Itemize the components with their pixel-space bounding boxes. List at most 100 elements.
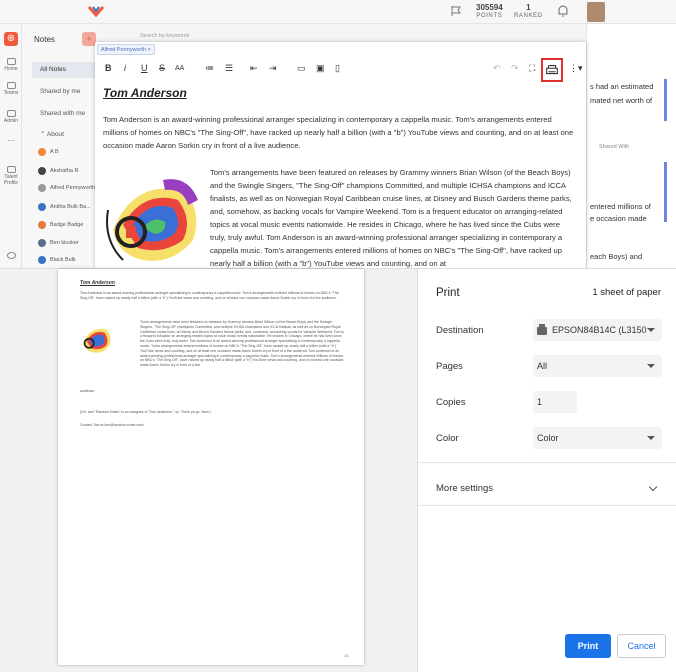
user-item[interactable]: Badge Badge: [38, 219, 83, 231]
font-size-button[interactable]: AA: [175, 63, 184, 74]
notes-app-button[interactable]: ⊕: [4, 32, 18, 46]
bell-icon[interactable]: [556, 4, 570, 18]
notes-sidebar: Notes + All Notes Shared by me Shared wi…: [22, 24, 96, 268]
detail-text: each Boys) and: [590, 252, 643, 261]
user-avatar[interactable]: [587, 2, 605, 22]
print-preview-page: Tom Anderson Tom Anderson is an award-wi…: [58, 269, 364, 665]
strikethrough-button[interactable]: S: [159, 63, 165, 74]
user-name: Akshatha R: [50, 168, 79, 174]
print-settings-panel: Print 1 sheet of paper Destination EPSON…: [419, 269, 676, 672]
preview-image: [83, 328, 111, 353]
print-icon: [546, 65, 558, 75]
redo-icon[interactable]: ↷: [511, 63, 519, 74]
italic-button[interactable]: i: [124, 63, 126, 74]
scrollbar[interactable]: [664, 162, 667, 222]
file-icon[interactable]: ▯: [335, 63, 340, 74]
points-value: 305594: [476, 3, 503, 12]
nav-talent-label: Talent Profile: [3, 174, 19, 186]
undo-icon[interactable]: ↶: [493, 63, 501, 74]
shared-with-label: Shared With: [599, 144, 630, 150]
scrollbar[interactable]: [664, 79, 667, 121]
note-detail-pane: s had an estimated mated net worth of Sh…: [586, 24, 676, 268]
user-dot: [38, 166, 46, 175]
print-dialog: Tom Anderson Tom Anderson is an award-wi…: [0, 268, 676, 672]
sidebar-about-toggle[interactable]: ⌃ About: [32, 127, 96, 143]
detail-text: mated net worth of: [590, 96, 653, 105]
color-select[interactable]: Color: [533, 427, 662, 449]
nav-home-label: Home: [4, 66, 18, 72]
nav-teams[interactable]: Teams: [0, 82, 22, 96]
chevron-down-icon[interactable]: [648, 482, 658, 492]
user-name: Alfred Pennyworth: [50, 185, 95, 191]
notes-app: 305594 POINTS 1 RANKED ⊕ Home Teams Admi…: [0, 0, 676, 268]
user-dot: [38, 238, 46, 247]
colorful-headphones-image: [103, 170, 207, 268]
user-item[interactable]: Akshatha R: [38, 165, 78, 177]
rank-label: RANKED: [514, 13, 543, 19]
print-confirm-button[interactable]: Print: [565, 634, 611, 658]
note-content: Tom Anderson Tom Anderson is an award-wi…: [103, 86, 579, 152]
nav-home[interactable]: Home: [0, 58, 22, 72]
preview-title: Tom Anderson: [80, 280, 115, 286]
copies-label: Copies: [436, 397, 466, 408]
nav-admin[interactable]: Admin: [0, 110, 22, 124]
nav-teams-label: Teams: [3, 90, 19, 96]
color-label: Color: [436, 433, 459, 444]
flag-icon[interactable]: [450, 5, 462, 17]
destination-label: Destination: [436, 325, 484, 336]
nav-talent-profile[interactable]: Talent Profile: [0, 166, 22, 186]
user-name: Badge Badge: [50, 222, 84, 228]
sidebar-item-shared-by-me[interactable]: Shared by me: [32, 84, 96, 100]
user-item[interactable]: Black Bulk: [38, 254, 76, 266]
bold-button[interactable]: B: [105, 63, 112, 74]
user-item[interactable]: Alfred Pennyworth: [38, 182, 95, 194]
nav-admin-label: Admin: [3, 118, 19, 124]
sidebar-item-shared-with-me[interactable]: Shared with me: [32, 106, 96, 122]
note-editor-modal: Alfred Pennyworth × B i U S AA ≔ ☰ ⇤ ⇥ ▭…: [95, 42, 586, 268]
video-icon[interactable]: ▭: [297, 63, 306, 74]
help-icon[interactable]: [0, 252, 22, 260]
more-options-icon[interactable]: ⋮▾: [569, 63, 583, 74]
copies-input[interactable]: 1: [533, 391, 577, 413]
ordered-list-icon[interactable]: ≔: [205, 63, 214, 74]
teams-icon: [6, 82, 16, 89]
rank-value: 1: [526, 3, 531, 12]
user-name: Black Bulk: [50, 257, 76, 263]
rank-counter: 1 RANKED: [514, 3, 543, 21]
app-logo-icon: [88, 6, 104, 18]
user-item[interactable]: Anitha Bulk Ba...: [38, 201, 91, 213]
user-name: Anitha Bulk Ba...: [50, 204, 91, 210]
underline-button[interactable]: U: [141, 63, 148, 74]
destination-select[interactable]: EPSON84B14C (L3150: [533, 319, 662, 341]
nav-more[interactable]: ...: [0, 135, 22, 143]
print-preview-area: Tom Anderson Tom Anderson is an award-wi…: [0, 269, 418, 672]
page-number: 1/1: [344, 654, 349, 658]
indent-increase-icon[interactable]: ⇥: [269, 63, 277, 74]
pages-select[interactable]: All: [533, 355, 662, 377]
user-name: Ben kiosker: [50, 240, 79, 246]
detail-text: s had an estimated: [590, 82, 654, 91]
bullet-list-icon[interactable]: ☰: [225, 63, 233, 74]
image-icon[interactable]: ▣: [316, 63, 325, 74]
color-value: Color: [537, 433, 559, 443]
user-dot: [38, 202, 46, 211]
print-button[interactable]: [541, 58, 563, 82]
fullscreen-icon[interactable]: ⛶: [529, 63, 535, 74]
chevron-down-icon: [647, 436, 655, 440]
more-settings-toggle[interactable]: More settings: [436, 483, 493, 494]
user-item[interactable]: Ben kiosker: [38, 237, 79, 249]
user-name: A B: [50, 149, 59, 155]
sidebar-item-all-notes[interactable]: All Notes: [32, 62, 96, 78]
sidebar-title: Notes: [34, 35, 55, 44]
indent-decrease-icon[interactable]: ⇤: [250, 63, 258, 74]
add-note-button[interactable]: +: [82, 32, 96, 46]
points-counter: 305594 POINTS: [476, 3, 503, 21]
shared-user-chip[interactable]: Alfred Pennyworth ×: [97, 44, 155, 55]
user-item[interactable]: A B: [38, 146, 59, 158]
cancel-button[interactable]: Cancel: [617, 634, 666, 658]
talent-icon: [6, 166, 16, 173]
admin-icon: [6, 110, 16, 117]
points-label: POINTS: [476, 13, 503, 19]
search-input[interactable]: Search by keywords: [140, 30, 310, 42]
pages-label: Pages: [436, 361, 463, 372]
